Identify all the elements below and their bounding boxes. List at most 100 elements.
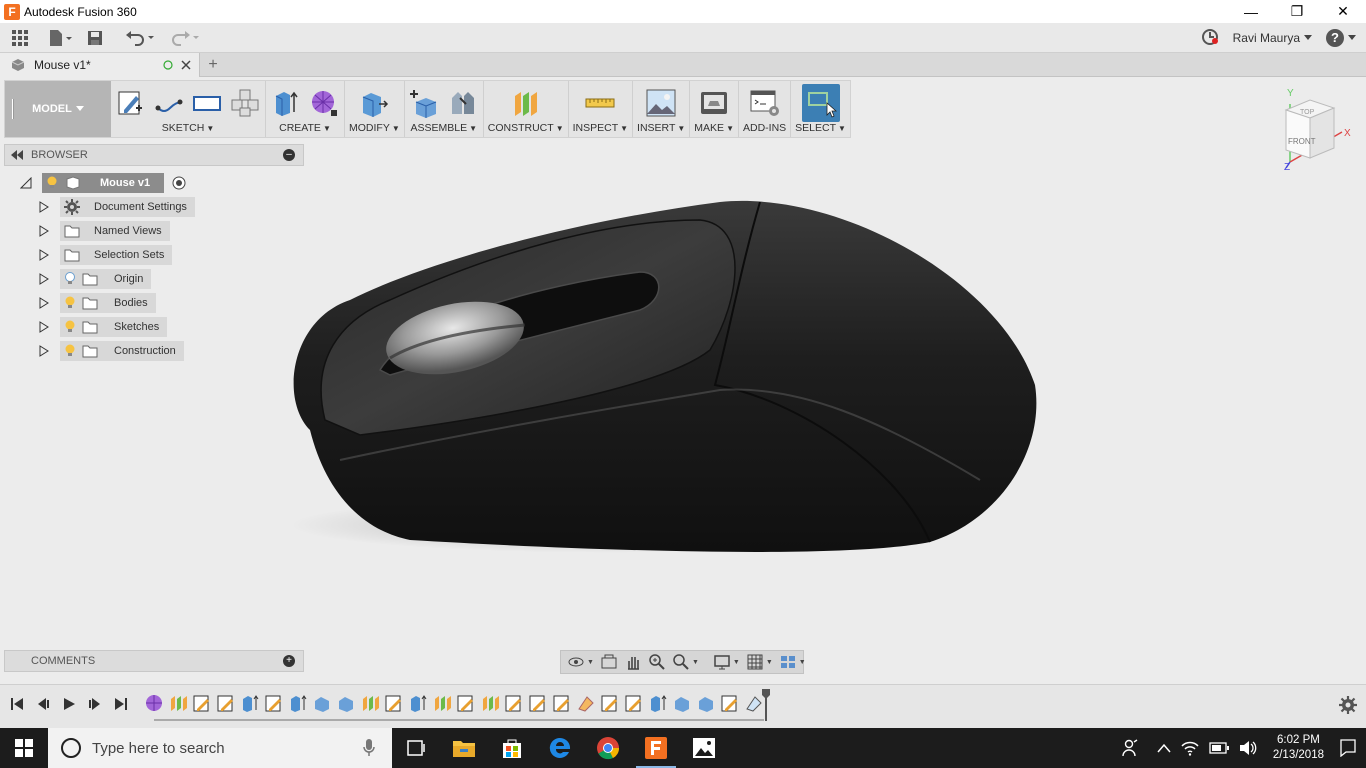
tree-item-selection-sets[interactable]: Selection Sets — [38, 245, 173, 265]
3d-print-icon[interactable] — [698, 87, 730, 119]
collapsed-triangle-icon[interactable] — [38, 225, 50, 237]
inspect-menu[interactable]: INSPECT ▼ — [573, 121, 628, 135]
modify-menu[interactable]: MODIFY ▼ — [349, 121, 400, 135]
timeline-extrude-icon[interactable] — [288, 693, 308, 713]
activate-radio-icon[interactable] — [172, 176, 186, 190]
grid-snaps-icon[interactable] — [746, 653, 764, 671]
timeline-split-icon[interactable] — [672, 693, 692, 713]
select-menu[interactable]: SELECT ▼ — [795, 121, 846, 135]
edge-browser-icon[interactable] — [536, 728, 584, 768]
timeline-settings-gear-icon[interactable] — [1338, 695, 1358, 715]
timeline-split-icon[interactable] — [696, 693, 716, 713]
browser-minimize-icon[interactable]: – — [283, 149, 295, 161]
timeline-plane-icon[interactable] — [432, 693, 452, 713]
go-to-end-icon[interactable] — [112, 695, 130, 713]
job-status-icon[interactable] — [1201, 28, 1219, 49]
chevron-up-icon[interactable] — [1157, 743, 1171, 753]
cube-front-face[interactable] — [1285, 109, 1311, 159]
canvas-mouse-model[interactable] — [280, 190, 1050, 560]
look-at-icon[interactable] — [600, 653, 618, 671]
close-button[interactable]: ✕ — [1320, 0, 1366, 23]
timeline-sketch-icon[interactable] — [528, 693, 548, 713]
orbit-icon[interactable] — [567, 653, 585, 671]
user-menu[interactable]: Ravi Maurya — [1233, 31, 1312, 45]
sketch-menu[interactable]: SKETCH ▼ — [162, 121, 215, 135]
viewports-icon[interactable] — [779, 653, 797, 671]
timeline-sketch-icon[interactable] — [504, 693, 524, 713]
timeline-sketch-icon[interactable] — [384, 693, 404, 713]
zoom-icon[interactable] — [648, 653, 666, 671]
timeline-sketch-icon[interactable] — [624, 693, 644, 713]
go-to-start-icon[interactable] — [8, 695, 26, 713]
timeline-plane-icon[interactable] — [480, 693, 500, 713]
timeline-sketch-icon[interactable] — [552, 693, 572, 713]
chrome-browser-icon[interactable] — [584, 728, 632, 768]
play-icon[interactable] — [60, 695, 78, 713]
close-tab-icon[interactable] — [181, 60, 191, 70]
taskbar-search[interactable]: Type here to search — [48, 728, 392, 768]
create-sketch-icon[interactable] — [115, 87, 147, 119]
start-button[interactable] — [0, 728, 48, 768]
minimize-button[interactable]: — — [1228, 0, 1274, 23]
collapsed-triangle-icon[interactable] — [38, 201, 50, 213]
volume-icon[interactable] — [1239, 740, 1257, 756]
joint-icon[interactable] — [447, 87, 479, 119]
visibility-bulb-icon[interactable] — [46, 176, 58, 190]
photos-app-icon[interactable] — [680, 728, 728, 768]
tree-item-origin[interactable]: Origin — [38, 269, 152, 289]
pan-hand-icon[interactable] — [624, 653, 642, 671]
scripts-addins-icon[interactable] — [749, 87, 781, 119]
new-component-icon[interactable] — [409, 87, 441, 119]
display-settings-icon[interactable] — [713, 653, 731, 671]
people-icon[interactable] — [1121, 739, 1139, 757]
visibility-bulb-icon[interactable] — [64, 344, 76, 358]
workspace-switcher[interactable]: MODEL — [5, 81, 111, 137]
collapsed-triangle-icon[interactable] — [38, 273, 50, 285]
save-icon[interactable] — [80, 24, 110, 52]
chevron-down-icon[interactable]: ▼ — [799, 659, 806, 666]
tree-item-sketches[interactable]: Sketches — [38, 317, 168, 337]
restore-button[interactable]: ❐ — [1274, 0, 1320, 23]
tree-root[interactable]: Mouse v1 — [20, 173, 186, 193]
file-menu-icon[interactable] — [40, 24, 80, 52]
store-icon[interactable] — [488, 728, 536, 768]
timeline-fillet-icon[interactable] — [576, 693, 596, 713]
tree-item-bodies[interactable]: Bodies — [38, 293, 156, 313]
collapsed-triangle-icon[interactable] — [38, 297, 50, 309]
timeline-plane-icon[interactable] — [168, 693, 188, 713]
tree-item-document-settings[interactable]: Document Settings — [38, 197, 195, 217]
timeline-sketch-icon[interactable] — [192, 693, 212, 713]
select-tool-icon[interactable] — [801, 84, 840, 122]
chevron-down-icon[interactable]: ▼ — [733, 659, 740, 666]
timeline-extrude-icon[interactable] — [648, 693, 668, 713]
root-component[interactable]: Mouse v1 — [42, 173, 165, 193]
timeline-form-icon[interactable] — [144, 693, 164, 713]
timeline-marker-handle[interactable] — [762, 689, 770, 721]
chevron-down-icon[interactable]: ▼ — [766, 659, 773, 666]
line-icon[interactable] — [153, 87, 185, 119]
new-tab-button[interactable]: + — [204, 55, 222, 75]
timeline-extrude-icon[interactable] — [408, 693, 428, 713]
collapse-panel-icon[interactable] — [11, 150, 23, 160]
add-comment-icon[interactable]: + — [283, 655, 295, 667]
rectangle-icon[interactable] — [191, 87, 223, 119]
timeline-sketch-icon[interactable] — [720, 693, 740, 713]
redo-icon[interactable] — [162, 24, 206, 52]
fusion-360-taskbar-icon[interactable] — [632, 728, 680, 768]
visibility-bulb-icon[interactable] — [64, 296, 76, 310]
extrude-icon[interactable] — [270, 87, 302, 119]
task-view-icon[interactable] — [392, 728, 440, 768]
wifi-icon[interactable] — [1181, 740, 1199, 756]
chevron-down-icon[interactable]: ▼ — [587, 659, 594, 666]
collapsed-triangle-icon[interactable] — [38, 249, 50, 261]
fit-zoom-icon[interactable] — [672, 653, 690, 671]
sketch-dimension-icon[interactable] — [229, 87, 261, 119]
step-back-icon[interactable] — [34, 695, 52, 713]
tree-item-named-views[interactable]: Named Views — [38, 221, 170, 241]
taskbar-clock[interactable]: 6:02 PM 2/13/2018 — [1267, 733, 1330, 763]
hidden-bulb-icon[interactable] — [64, 272, 76, 286]
data-panel-grid-icon[interactable] — [0, 24, 40, 52]
timeline-sketch-icon[interactable] — [264, 693, 284, 713]
timeline-sketch-icon[interactable] — [216, 693, 236, 713]
timeline-fillet-icon[interactable] — [744, 693, 764, 713]
